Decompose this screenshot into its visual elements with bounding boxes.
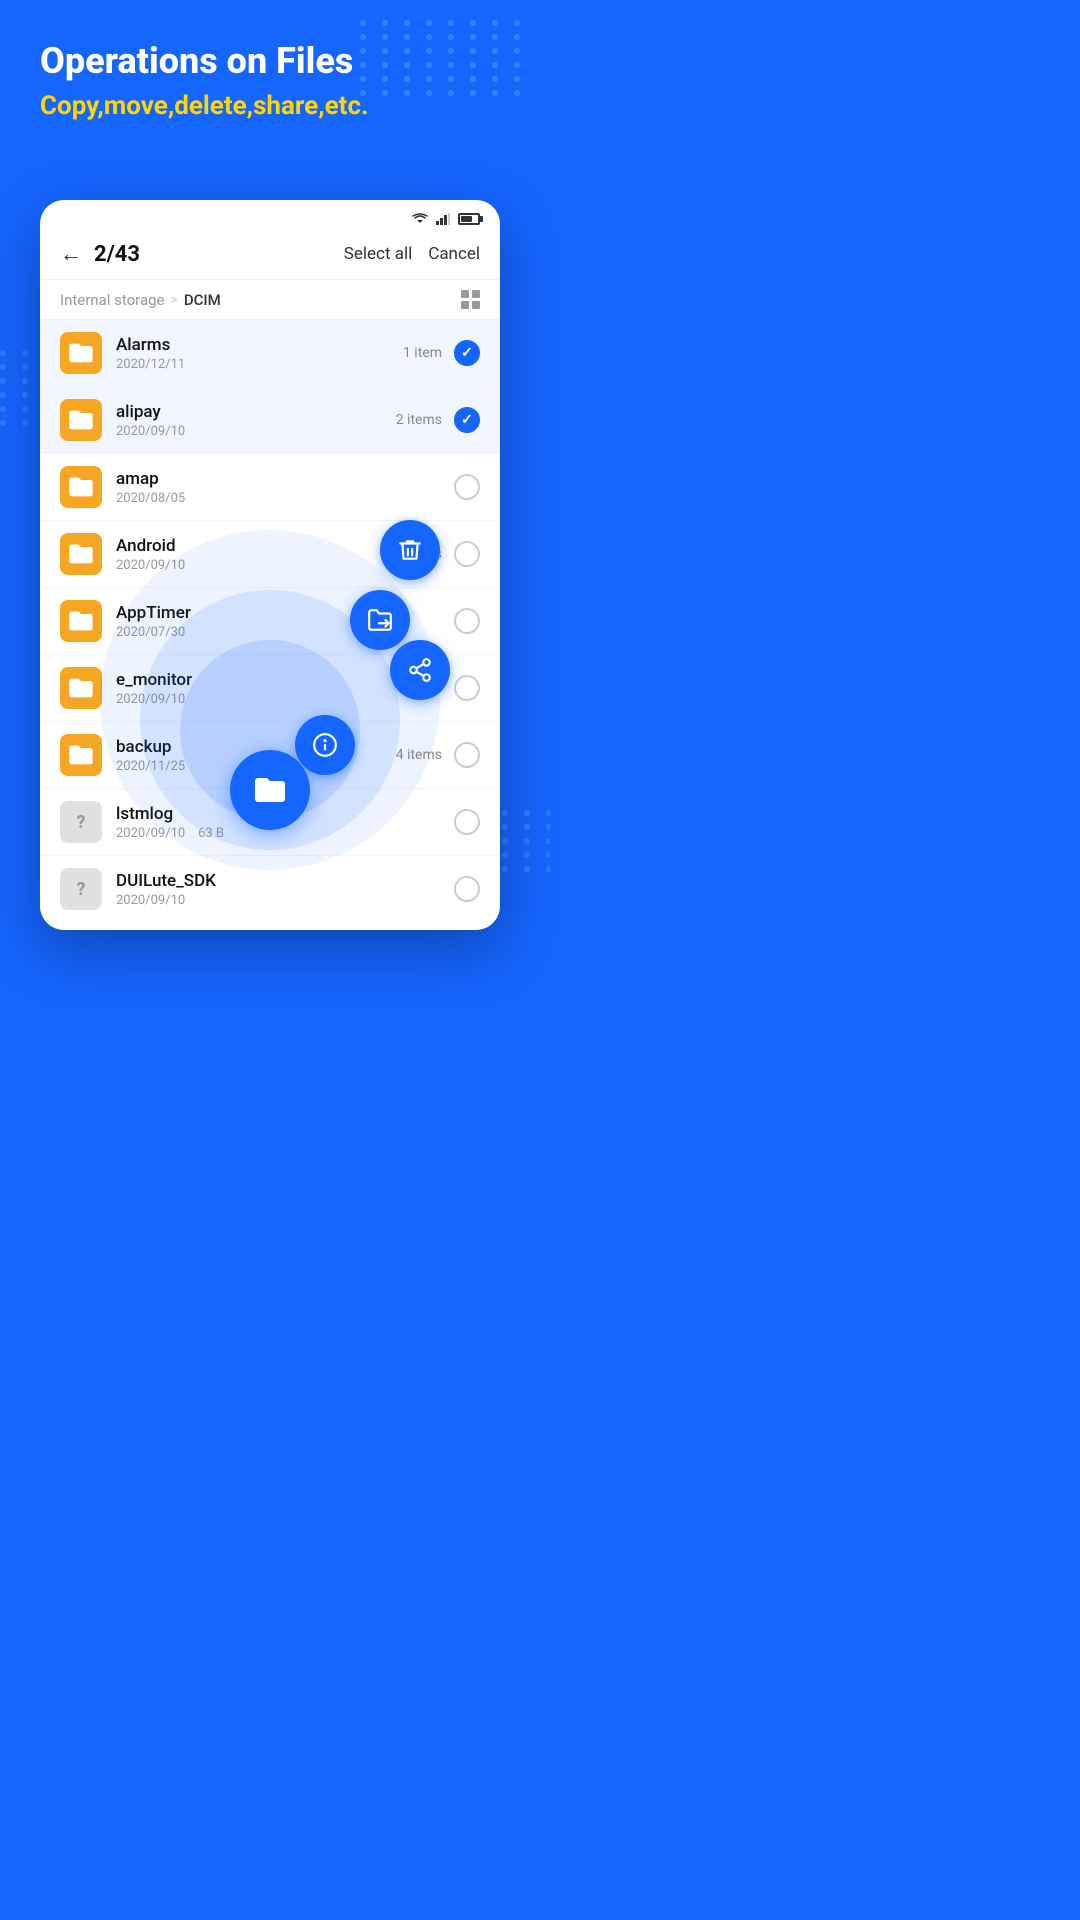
wifi-icon [412,210,428,229]
checkbox[interactable] [454,608,480,634]
list-item[interactable]: alipay 2020/09/10 2 items [40,387,500,454]
breadcrumb-root[interactable]: Internal storage [60,291,165,309]
page-header: Operations on Files Copy,move,delete,sha… [40,40,500,121]
file-name: amap [116,469,442,489]
folder-icon [60,600,102,642]
file-name: Android [116,536,396,556]
move-button[interactable] [350,590,410,650]
file-date: 2020/09/10 63 B [116,826,454,841]
file-date: 2020/09/10 [116,893,454,908]
grid-view-button[interactable] [461,290,480,309]
breadcrumb: Internal storage > DCIM [40,280,500,320]
file-size: 1 item [403,345,442,361]
folder-icon [60,734,102,776]
file-icon: ? [60,868,102,910]
file-date: 2020/09/10 [116,558,396,573]
file-info: DUILute_SDK 2020/09/10 [116,871,454,908]
file-date: 2020/12/11 [116,357,403,372]
file-name: DUILute_SDK [116,871,454,891]
file-icon: ? [60,801,102,843]
breadcrumb-separator: > [171,292,178,308]
fab-main-button[interactable] [230,750,310,830]
folder-icon [60,399,102,441]
checkbox[interactable] [454,541,480,567]
file-size: 4 items [396,747,442,763]
toolbar: ← 2/43 Select all Cancel [40,235,500,280]
page-subtitle: Copy,move,delete,share,etc. [40,91,500,121]
checkbox[interactable] [454,340,480,366]
file-date: 2020/09/10 [116,692,403,707]
folder-icon [60,466,102,508]
cancel-button[interactable]: Cancel [428,244,480,264]
breadcrumb-current: DCIM [184,291,221,309]
info-button[interactable] [295,715,355,775]
checkbox[interactable] [454,809,480,835]
file-info: alipay 2020/09/10 [116,402,396,439]
checkbox[interactable] [454,474,480,500]
file-size: 2 items [396,412,442,428]
select-all-button[interactable]: Select all [344,244,412,264]
file-info: e_monitor 2020/09/10 [116,670,403,707]
folder-icon [60,533,102,575]
delete-button[interactable] [380,520,440,580]
selection-count: 2/43 [94,242,344,267]
file-date: 2020/08/05 [116,491,442,506]
back-button[interactable]: ← [60,241,82,267]
checkbox[interactable] [454,742,480,768]
file-date: 2020/09/10 [116,424,396,439]
folder-icon [60,332,102,374]
list-item[interactable]: ? DUILute_SDK 2020/09/10 [40,856,500,910]
file-name: e_monitor [116,670,403,690]
share-button[interactable] [390,640,450,700]
folder-icon [60,667,102,709]
file-info: amap 2020/08/05 [116,469,442,506]
file-name: alipay [116,402,396,422]
file-info: Android 2020/09/10 [116,536,396,573]
phone-card: ← 2/43 Select all Cancel Internal storag… [40,200,500,930]
file-info: Alarms 2020/12/11 [116,335,403,372]
status-bar [40,200,500,235]
battery-icon [458,210,480,229]
list-item[interactable]: Alarms 2020/12/11 1 item [40,320,500,387]
page-title: Operations on Files [40,40,500,83]
file-name: Alarms [116,335,403,355]
signal-icon [436,210,450,229]
checkbox[interactable] [454,876,480,902]
checkbox[interactable] [454,675,480,701]
list-item[interactable]: amap 2020/08/05 [40,454,500,521]
checkbox[interactable] [454,407,480,433]
